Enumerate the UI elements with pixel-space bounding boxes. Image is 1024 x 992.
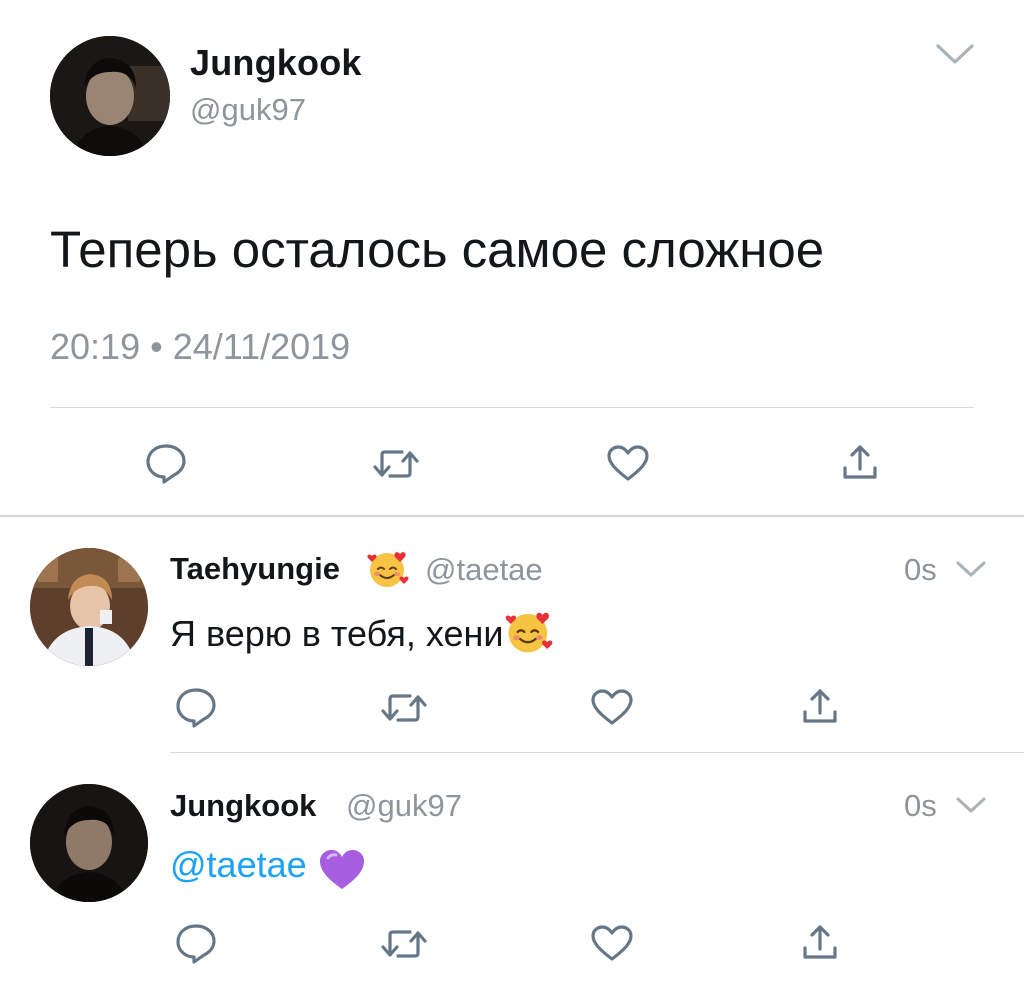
chevron-down-icon[interactable] bbox=[934, 40, 976, 73]
retweet-icon[interactable] bbox=[380, 926, 428, 962]
retweet-icon[interactable] bbox=[372, 446, 420, 482]
smiling-face-with-hearts-icon bbox=[366, 548, 410, 595]
tweet-text: Теперь осталось самое сложное bbox=[50, 221, 825, 278]
reply-icon[interactable] bbox=[174, 686, 218, 728]
reply-author-handle[interactable]: @taetae bbox=[425, 552, 543, 588]
reply-author-handle[interactable]: @guk97 bbox=[346, 788, 462, 824]
reply-time: 0s bbox=[904, 552, 937, 587]
reply-icon[interactable] bbox=[144, 442, 188, 484]
tweet-timestamp: 20:19 • 24/11/2019 bbox=[50, 326, 351, 367]
share-icon[interactable] bbox=[840, 442, 880, 482]
main-author-avatar[interactable] bbox=[50, 36, 170, 156]
divider bbox=[50, 407, 974, 408]
main-author-name[interactable]: Jungkook bbox=[190, 42, 362, 84]
chevron-down-icon[interactable] bbox=[954, 794, 988, 821]
smiling-face-with-hearts-icon bbox=[504, 608, 554, 665]
reply-author-avatar[interactable] bbox=[30, 548, 148, 666]
reply-time: 0s bbox=[904, 788, 937, 823]
chevron-down-icon[interactable] bbox=[954, 558, 988, 585]
reply-text-content: Я верю в тебя, хени bbox=[170, 613, 504, 655]
like-icon[interactable] bbox=[590, 924, 634, 962]
share-icon[interactable] bbox=[800, 922, 840, 962]
divider bbox=[170, 752, 1024, 753]
reply-author-name[interactable]: Jungkook bbox=[170, 788, 316, 824]
purple-heart-icon bbox=[317, 847, 367, 898]
reply-icon[interactable] bbox=[174, 922, 218, 964]
reply-text: Я верю в тебя, хени bbox=[170, 608, 554, 665]
like-icon[interactable] bbox=[590, 688, 634, 726]
reply-text: @taetae bbox=[170, 844, 367, 898]
main-author-handle[interactable]: @guk97 bbox=[190, 92, 306, 128]
mention-link[interactable]: @taetae bbox=[170, 844, 307, 885]
share-icon[interactable] bbox=[800, 686, 840, 726]
reply-author-avatar[interactable] bbox=[30, 784, 148, 902]
reply-author-name[interactable]: Taehyungie bbox=[170, 551, 340, 587]
section-divider bbox=[0, 515, 1024, 517]
retweet-icon[interactable] bbox=[380, 690, 428, 726]
like-icon[interactable] bbox=[606, 444, 650, 482]
